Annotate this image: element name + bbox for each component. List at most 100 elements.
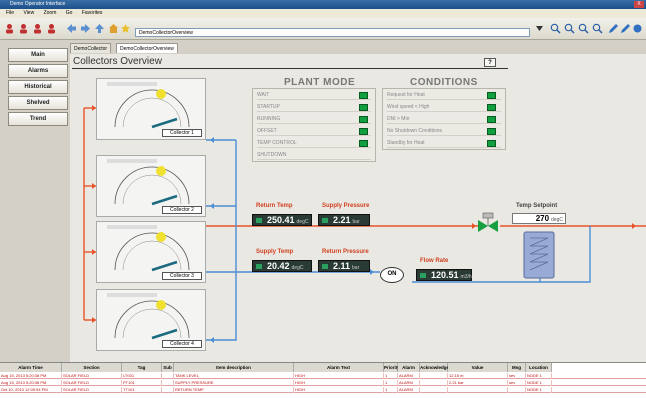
return-temp-display: 250.41 degC xyxy=(252,214,312,226)
conditions-panel: Request for Heat Wind speed < High DNI >… xyxy=(382,88,506,150)
alarm-col-time[interactable]: Alarm Time xyxy=(0,363,62,372)
alarm-priority-cell: 1 xyxy=(384,373,398,379)
alarm-tag-cell: PT101 xyxy=(122,380,162,386)
conditions-title: CONDITIONS xyxy=(410,77,478,88)
supply-pressure-value: 2.21 xyxy=(333,215,351,225)
temp-setpoint-value: 270 xyxy=(535,214,550,223)
alarm-ack-cell[interactable] xyxy=(420,373,448,379)
alarm-text-cell: HIGH xyxy=(294,373,384,379)
alarm-type-cell: ALARM xyxy=(398,387,420,393)
alarm-text-cell: HIGH xyxy=(294,387,384,393)
plant-mode-title: PLANT MODE xyxy=(284,77,356,88)
alarm-ack-cell[interactable] xyxy=(420,387,448,393)
plant-mode-row-wait: WAIT xyxy=(257,90,371,100)
supply-temp-unit: degC xyxy=(291,265,304,271)
alarm-table: Alarm Time Section Tag Sub Item descript… xyxy=(0,362,646,398)
alarm-sub-cell xyxy=(162,380,174,386)
collector-1-gauge-panel[interactable]: Collector 1 xyxy=(96,78,206,140)
alarm-col-class[interactable]: Msg class xyxy=(508,363,526,379)
collector-3-label: Collector 3 xyxy=(162,272,202,280)
supply-temp-label: Supply Temp xyxy=(256,249,294,255)
condition-row-dni: DNI > Min xyxy=(387,114,501,124)
temp-setpoint-unit: degC xyxy=(551,217,563,223)
alarm-type-cell: ALARM xyxy=(398,380,420,386)
alarm-col-type[interactable]: Alarm Type xyxy=(398,363,420,379)
plant-mode-led-running xyxy=(359,116,368,123)
alarm-tag-cell: LT001 xyxy=(122,373,162,379)
alarm-type-cell: ALARM xyxy=(398,373,420,379)
condition-led-standby xyxy=(487,140,496,147)
return-pressure-display: 2.11 bar xyxy=(318,260,370,272)
plant-mode-led-wait xyxy=(359,92,368,99)
flow-rate-value: 120.51 xyxy=(431,270,459,280)
collector-3-gauge-panel[interactable]: Collector 3 xyxy=(96,221,206,283)
collector-2-label: Collector 2 xyxy=(162,206,202,214)
collector-2-gauge-panel[interactable]: Collector 2 xyxy=(96,155,206,217)
condition-led-dni xyxy=(487,116,496,123)
flow-rate-display: 120.51 m3/h xyxy=(416,269,472,281)
alarm-time-cell: Aug 15, 2013 5:20:38 PM xyxy=(0,373,62,379)
alarm-tag-cell: TT101 xyxy=(122,387,162,393)
alarm-sub-cell xyxy=(162,373,174,379)
alarm-item-cell: TANK LEVEL xyxy=(174,373,294,379)
supply-pressure-unit: bar xyxy=(352,219,360,225)
alarm-class-cell: sev xyxy=(508,380,526,386)
alarm-class-cell xyxy=(508,387,526,393)
plant-mode-row-temp-control: TEMP CONTROL xyxy=(257,138,371,148)
condition-row-standby: Standby for Heat xyxy=(387,138,501,148)
return-temp-label: Return Temp xyxy=(256,203,293,209)
collector-1-label: Collector 1 xyxy=(162,129,202,137)
collector-4-gauge-panel[interactable]: Collector 4 xyxy=(96,289,206,351)
alarm-item-cell: SUPPLY PRESSURE xyxy=(174,380,294,386)
cold-branch-4 xyxy=(206,272,237,341)
flow-rate-label: Flow Rate xyxy=(420,258,449,264)
return-pressure-unit: bar xyxy=(352,265,360,271)
alarm-col-text[interactable]: Alarm Text xyxy=(294,363,384,372)
condition-led-request-heat xyxy=(487,92,496,99)
return-pressure-value: 2.11 xyxy=(333,261,351,271)
flow-rate-status-indicator xyxy=(420,273,426,278)
table-row[interactable]: Oct 10, 2013 12:09:54 PM SOLAR FIELD TT1… xyxy=(0,387,646,393)
alarm-col-ack[interactable]: Acknowledged xyxy=(420,363,452,372)
supply-temp-value: 20.42 xyxy=(267,261,290,271)
alarm-section-cell: SOLAR FIELD xyxy=(62,373,122,379)
alarm-col-section[interactable]: Section xyxy=(62,363,122,372)
collector-4-label: Collector 4 xyxy=(162,340,202,348)
alarm-col-location[interactable]: Location xyxy=(526,363,552,372)
alarm-col-item[interactable]: Item description xyxy=(174,363,294,372)
return-temp-unit: degC xyxy=(296,219,309,225)
supply-pressure-display: 2.21 bar xyxy=(318,214,370,226)
condition-row-no-shutdown: No Shutdown Conditions xyxy=(387,126,501,136)
alarm-time-cell: Aug 15, 2013 5:20:38 PM xyxy=(0,380,62,386)
table-row[interactable]: Aug 15, 2013 5:20:38 PM SOLAR FIELD PT10… xyxy=(0,380,646,386)
flow-rate-unit: m3/h xyxy=(460,274,472,280)
alarm-location-cell: NODE 1 xyxy=(526,373,552,379)
supply-temp-display: 20.42 degC xyxy=(252,260,312,272)
plant-mode-row-shutdown: SHUTDOWN xyxy=(257,150,371,160)
temp-setpoint-label: Temp Setpoint xyxy=(516,203,558,209)
alarm-col-value[interactable]: Value xyxy=(448,363,508,372)
alarm-value-cell: 2.21 bar xyxy=(448,380,508,386)
alarm-priority-cell: 1 xyxy=(384,387,398,393)
supply-pressure-label: Supply Pressure xyxy=(322,203,370,209)
heat-exchanger-icon xyxy=(523,231,555,279)
condition-led-wind-speed xyxy=(487,104,496,111)
return-temp-value: 250.41 xyxy=(267,215,295,225)
return-temp-status-indicator xyxy=(256,218,262,223)
alarm-location-cell: NODE 1 xyxy=(526,380,552,386)
plant-mode-row-offset: OFFSET xyxy=(257,126,371,136)
table-row[interactable]: Aug 15, 2013 5:20:38 PM SOLAR FIELD LT00… xyxy=(0,373,646,379)
alarm-sub-cell xyxy=(162,387,174,393)
alarm-col-sub[interactable]: Sub xyxy=(162,363,174,372)
supply-pressure-status-indicator xyxy=(322,218,328,223)
pump-toggle[interactable]: ON xyxy=(380,267,404,283)
alarm-col-priority[interactable]: Priority xyxy=(384,363,400,372)
temp-setpoint-input[interactable]: 270 degC xyxy=(512,213,566,224)
control-valve-icon[interactable] xyxy=(478,212,498,232)
alarm-class-cell: sev xyxy=(508,373,526,379)
alarm-ack-cell[interactable] xyxy=(420,380,448,386)
alarm-item-cell: RETURN TEMP xyxy=(174,387,294,393)
plant-mode-panel: WAIT STARTUP RUNNING OFFSET TEMP CONTROL… xyxy=(252,88,376,162)
alarm-location-cell: NODE 1 xyxy=(526,387,552,393)
alarm-col-tag[interactable]: Tag xyxy=(122,363,162,372)
